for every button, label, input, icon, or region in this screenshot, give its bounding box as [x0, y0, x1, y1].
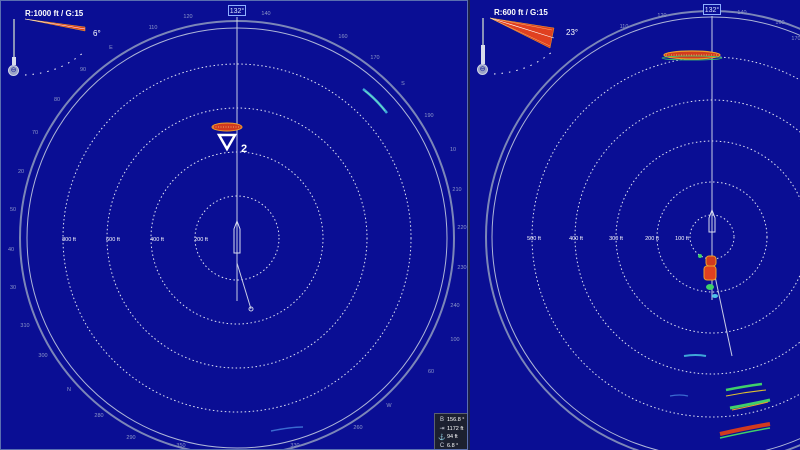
right-sonar-display[interactable]: 500 ft 400 ft 300 ft 200 ft 100 ft 120 1…	[470, 0, 800, 450]
slider-fill	[481, 44, 485, 64]
distance-value: 1172 ft	[447, 425, 464, 432]
bearing-label: 220	[457, 225, 466, 231]
bearing-label: 50	[10, 207, 16, 213]
bearing-icon: B	[439, 417, 444, 424]
bearing-label: 140	[737, 10, 746, 16]
range-label-100: 100 ft	[675, 236, 689, 242]
range-label-800: 800 ft	[62, 237, 76, 243]
left-sonar-display[interactable]: 800 ft 600 ft 400 ft 200 ft 120 140 110 …	[1, 1, 468, 450]
depth-value: 94 ft	[447, 434, 458, 441]
tilt-slider[interactable]: ⊖	[8, 19, 20, 79]
heading-indicator: 132°	[703, 4, 721, 15]
left-sonar-panel[interactable]: 800 ft 600 ft 400 ft 200 ft 120 140 110 …	[0, 0, 468, 450]
target-marker-number: 2	[241, 143, 248, 155]
heading-indicator: 132°	[228, 5, 246, 16]
bearing-label: 280	[94, 413, 103, 419]
range-label-400: 400 ft	[150, 237, 164, 243]
tilt-slider[interactable]: ⊖	[477, 18, 489, 78]
faint-echo	[270, 426, 304, 432]
info-row-course: C 6.8 °	[437, 442, 465, 450]
cursor-info-box: B 156.8 ° ⇥ 1172 ft ⚓ 94 ft C 6.8 °	[434, 413, 467, 450]
tilt-angle-label: 6°	[93, 29, 101, 38]
bearing-label: 190	[424, 113, 433, 119]
bearing-label: N	[67, 387, 71, 393]
range-label-400: 400 ft	[569, 236, 583, 242]
bearing-label: 120	[183, 14, 192, 20]
bearing-label: 160	[338, 34, 347, 40]
bearing-label: 310	[20, 323, 29, 329]
tilt-gauge	[24, 50, 86, 76]
bearing-label: 20	[18, 169, 24, 175]
course-icon: C	[439, 442, 445, 449]
range-gain-label: R:1000 ft / G:15	[25, 9, 84, 18]
bearing-label: 110	[149, 25, 158, 31]
bearing-label: 170	[370, 55, 379, 61]
bearing-label: 240	[450, 303, 459, 309]
range-label-500: 500 ft	[527, 236, 541, 242]
info-row-bearing: B 156.8 °	[437, 416, 465, 425]
cursor-line	[236, 262, 252, 310]
bearing-label: 90	[80, 67, 86, 73]
range-gain-label: R:600 ft / G:15	[494, 8, 548, 17]
bearing-label: 350	[176, 443, 185, 449]
right-sonar-panel[interactable]: 500 ft 400 ft 300 ft 200 ft 100 ft 120 1…	[470, 0, 800, 450]
bearing-label: 70	[32, 130, 38, 136]
bearing-label: 300	[38, 353, 47, 359]
range-label-300: 300 ft	[609, 236, 623, 242]
bearing-label: 140	[261, 11, 270, 17]
info-row-depth: ⚓ 94 ft	[437, 433, 465, 442]
bearing-label: W	[386, 403, 392, 409]
bearing-label: 160	[775, 20, 784, 26]
range-label-200: 200 ft	[194, 237, 208, 243]
bearing-label: S	[401, 81, 405, 87]
bearing-label: 260	[353, 425, 362, 431]
bearing-value: 156.8 °	[447, 417, 465, 424]
tilt-angle-label: 23°	[566, 28, 579, 37]
bearing-label: 40	[8, 247, 14, 253]
bearing-label: 10	[450, 147, 456, 153]
anchor-icon: ⚓	[438, 434, 446, 441]
bearing-label: 30	[10, 285, 16, 291]
echo-streak	[683, 354, 707, 357]
range-ring-300	[615, 140, 800, 334]
bearing-label: 230	[457, 265, 466, 271]
distance-icon: ⇥	[439, 426, 445, 433]
info-row-distance: ⇥ 1172 ft	[437, 425, 465, 434]
bearing-label: 290	[126, 435, 135, 441]
slider-fill	[12, 57, 16, 65]
bearing-label: 110	[620, 24, 629, 30]
bearing-label: 120	[657, 13, 666, 19]
slider-knob-icon[interactable]: ⊖	[477, 64, 488, 75]
bearing-label: 60	[428, 369, 434, 375]
bearing-label: 170	[791, 36, 800, 42]
course-value: 6.8 °	[447, 442, 459, 449]
echo-column	[705, 255, 717, 267]
range-label-200: 200 ft	[645, 236, 659, 242]
slider-knob-icon[interactable]: ⊖	[8, 65, 19, 76]
tilt-gauge	[493, 49, 555, 75]
bearing-label: E	[109, 45, 113, 51]
range-label-600: 600 ft	[106, 237, 120, 243]
bearing-label: 330	[290, 443, 299, 449]
bearing-label: 100	[450, 337, 459, 343]
target-marker-icon	[216, 133, 238, 152]
bearing-label: 210	[452, 187, 461, 193]
bearing-label: 80	[54, 97, 60, 103]
